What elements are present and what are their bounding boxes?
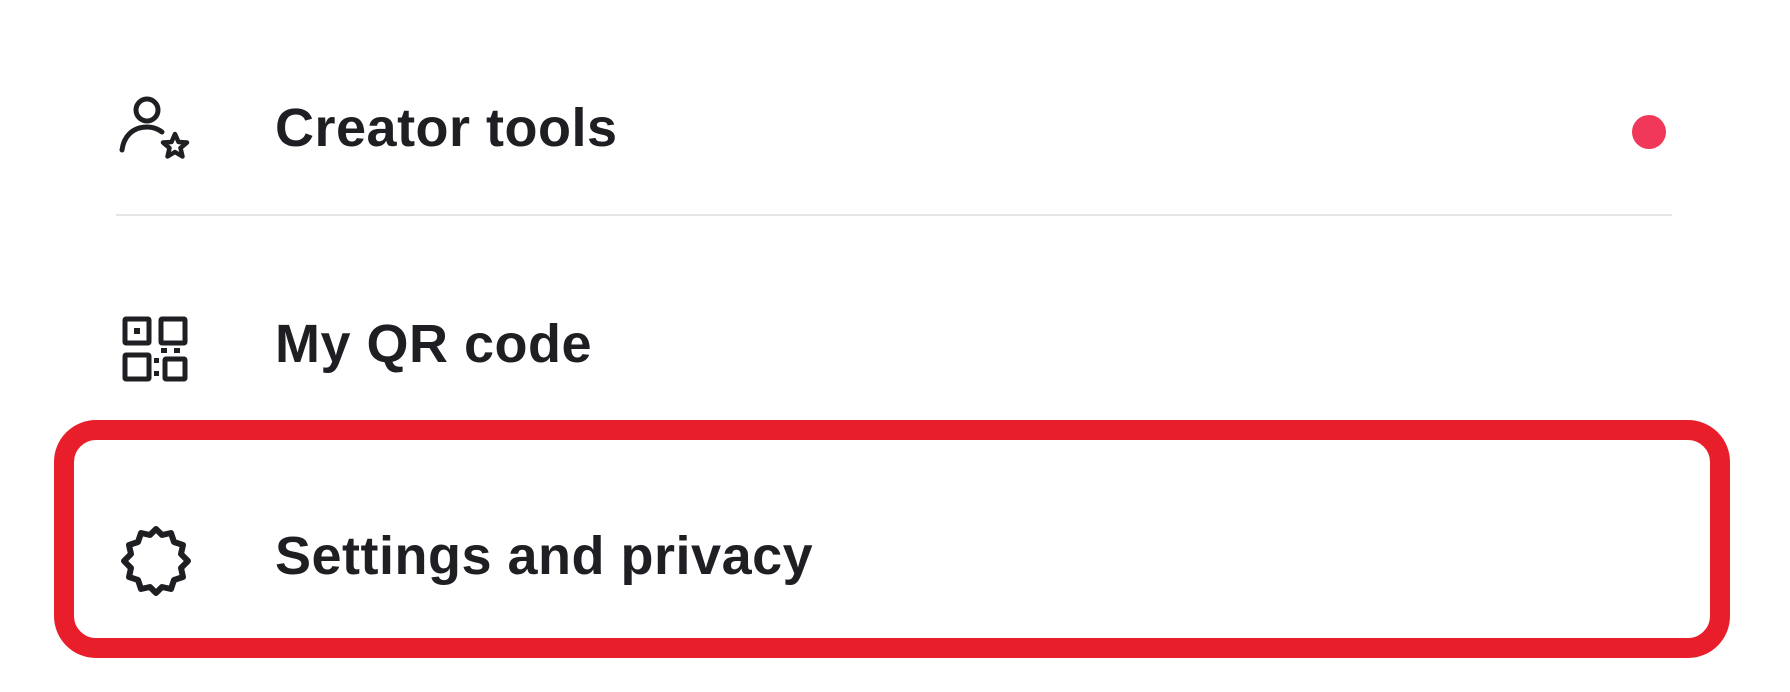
menu-item-label: Creator tools xyxy=(275,98,618,158)
qr-code-icon xyxy=(116,310,196,390)
person-star-icon xyxy=(116,90,196,170)
notification-dot xyxy=(1632,115,1666,149)
menu-divider xyxy=(116,214,1672,216)
gear-icon xyxy=(116,521,196,601)
menu-item-my-qr-code[interactable]: My QR code xyxy=(50,272,1740,422)
menu-item-settings-and-privacy[interactable]: Settings and privacy xyxy=(50,484,1740,634)
menu-item-creator-tools[interactable]: Creator tools xyxy=(50,58,1740,208)
menu-item-label: Settings and privacy xyxy=(275,526,814,586)
profile-menu: Creator tools My QR code Settings and pr… xyxy=(50,22,1740,662)
menu-item-label: My QR code xyxy=(275,314,593,374)
